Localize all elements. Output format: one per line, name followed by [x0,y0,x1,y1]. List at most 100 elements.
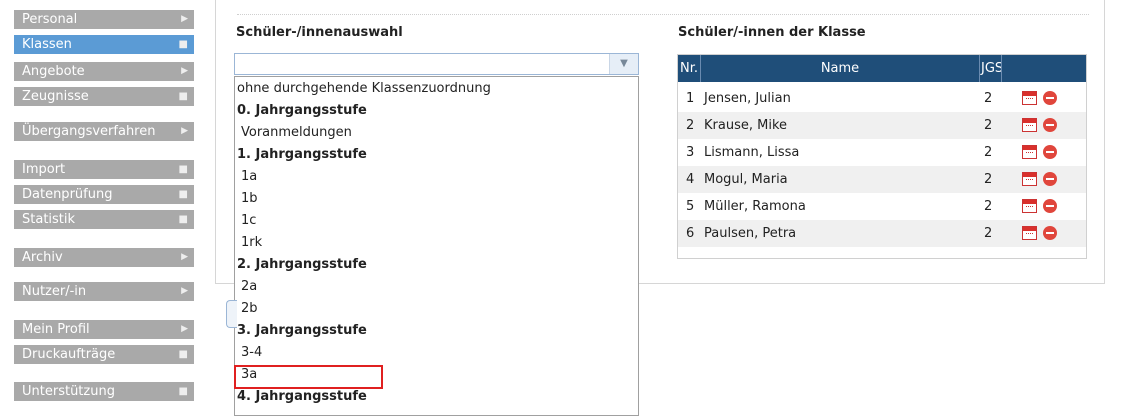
selection-title: Schüler-/innenauswahl [236,25,403,40]
chevron-right-icon: ▶ [181,14,188,24]
cell-nr: 2 [686,118,695,133]
chevron-right-icon: ▶ [181,286,188,296]
option-group-label: 1. Jahrgangsstufe [237,147,367,162]
sidebar-item-label: Import [22,162,66,177]
sidebar-item-archiv[interactable]: Archiv ▶ [14,248,194,267]
calendar-icon[interactable] [1022,145,1037,159]
sidebar-item-personal[interactable]: Personal ▶ [14,10,194,29]
sidebar-item-zeugnisse[interactable]: Zeugnisse ■ [14,87,194,106]
highlight-box [234,365,383,389]
sidebar-item-label: Mein Profil [22,322,90,337]
dropdown-option[interactable]: Voranmeldungen [235,122,638,144]
cell-name: Paulsen, Petra [704,226,797,241]
cell-nr: 1 [686,91,695,106]
cell-jgs: 2 [984,199,993,214]
sidebar-item-label: Übergangsverfahren [22,124,156,139]
remove-icon[interactable] [1043,226,1057,240]
sidebar-item-angebote[interactable]: Angebote ▶ [14,62,194,81]
sidebar-item-label: Angebote [22,64,85,79]
table-row: 5 Müller, Ramona 2 [678,193,1086,220]
cell-nr: 6 [686,226,695,241]
cell-nr: 3 [686,145,695,160]
square-icon: ■ [178,386,188,397]
sidebar-item-übergangsverfahren[interactable]: Übergangsverfahren ▶ [14,122,194,141]
remove-icon[interactable] [1043,145,1057,159]
header-nr: Nr. [678,55,701,82]
cell-name: Lismann, Lissa [704,145,800,160]
sidebar-item-label: Unterstützung [22,384,115,399]
chevron-right-icon: ▶ [181,126,188,136]
action-button[interactable] [226,300,237,328]
square-icon: ■ [178,39,188,50]
class-students-table: Nr. Name JGS 1 Jensen, Julian 2 2 Krause, Mi… [677,54,1087,259]
dropdown-option[interactable]: ohne durchgehende Klassenzuordnung [235,78,638,100]
sidebar-item-klassen[interactable]: Klassen ■ [14,35,194,54]
cell-name: Mogul, Maria [704,172,788,187]
sidebar-item-nutzer-in[interactable]: Nutzer/-in ▶ [14,282,194,301]
sidebar-item-label: Statistik [22,212,76,227]
dropdown-option[interactable]: 1c [235,210,638,232]
sidebar-item-mein-profil[interactable]: Mein Profil ▶ [14,320,194,339]
sidebar-item-label: Zeugnisse [22,89,89,104]
cell-jgs: 2 [984,118,993,133]
sidebar-item-label: Datenprüfung [22,187,113,202]
table-row: 1 Jensen, Julian 2 [678,85,1086,112]
cell-jgs: 2 [984,91,993,106]
header-name: Name [701,55,980,82]
chevron-right-icon: ▶ [181,324,188,334]
calendar-icon[interactable] [1022,91,1037,105]
cell-name: Müller, Ramona [704,199,806,214]
chevron-right-icon: ▶ [181,66,188,76]
table-row: 4 Mogul, Maria 2 [678,166,1086,193]
class-table-title: Schüler/-innen der Klasse [678,25,866,40]
chevron-right-icon: ▶ [181,252,188,262]
sidebar-item-label: Druckaufträge [22,347,116,362]
cell-jgs: 2 [984,145,993,160]
remove-icon[interactable] [1043,172,1057,186]
dropdown-option[interactable]: 2b [235,298,638,320]
option-group-label: 3. Jahrgangsstufe [237,323,367,338]
sidebar-item-import[interactable]: Import ■ [14,160,194,179]
sidebar-item-label: Nutzer/-in [22,284,87,299]
square-icon: ■ [178,91,188,102]
square-icon: ■ [178,189,188,200]
calendar-icon[interactable] [1022,226,1037,240]
dropdown-option[interactable]: 3-4 [235,342,638,364]
sidebar-item-statistik[interactable]: Statistik ■ [14,210,194,229]
header-actions [1002,55,1086,82]
dropdown-option[interactable]: 1rk [235,232,638,254]
square-icon: ■ [178,164,188,175]
cell-nr: 5 [686,199,695,214]
sidebar-item-label: Personal [22,12,78,27]
sidebar-item-label: Archiv [22,250,63,265]
remove-icon[interactable] [1043,118,1057,132]
header-jgs: JGS [980,55,1002,82]
remove-icon[interactable] [1043,199,1057,213]
calendar-icon[interactable] [1022,172,1037,186]
table-header: Nr. Name JGS [678,55,1086,82]
square-icon: ■ [178,349,188,360]
option-group-label: 4. Jahrgangsstufe [237,389,367,404]
dropdown-option[interactable]: 2a [235,276,638,298]
square-icon: ■ [178,214,188,225]
dropdown-option[interactable]: 1a [235,166,638,188]
sidebar-item-label: Klassen [22,37,72,52]
table-row: 3 Lismann, Lissa 2 [678,139,1086,166]
cell-nr: 4 [686,172,695,187]
sidebar-item-unterstützung[interactable]: Unterstützung ■ [14,382,194,401]
divider [237,14,1089,15]
table-row: 2 Krause, Mike 2 [678,112,1086,139]
class-select[interactable]: ▼ [234,53,639,75]
cell-name: Krause, Mike [704,118,788,133]
dropdown-option[interactable]: 1b [235,188,638,210]
calendar-icon[interactable] [1022,118,1037,132]
sidebar-item-druckaufträge[interactable]: Druckaufträge ■ [14,345,194,364]
option-group-label: 2. Jahrgangsstufe [237,257,367,272]
sidebar: Personal ▶ Klassen ■ Angebote ▶ Zeugnisse ■ Über… [0,0,208,407]
sidebar-item-datenprüfung[interactable]: Datenprüfung ■ [14,185,194,204]
calendar-icon[interactable] [1022,199,1037,213]
cell-jgs: 2 [984,226,993,241]
cell-jgs: 2 [984,172,993,187]
remove-icon[interactable] [1043,91,1057,105]
chevron-down-icon[interactable]: ▼ [609,54,638,74]
